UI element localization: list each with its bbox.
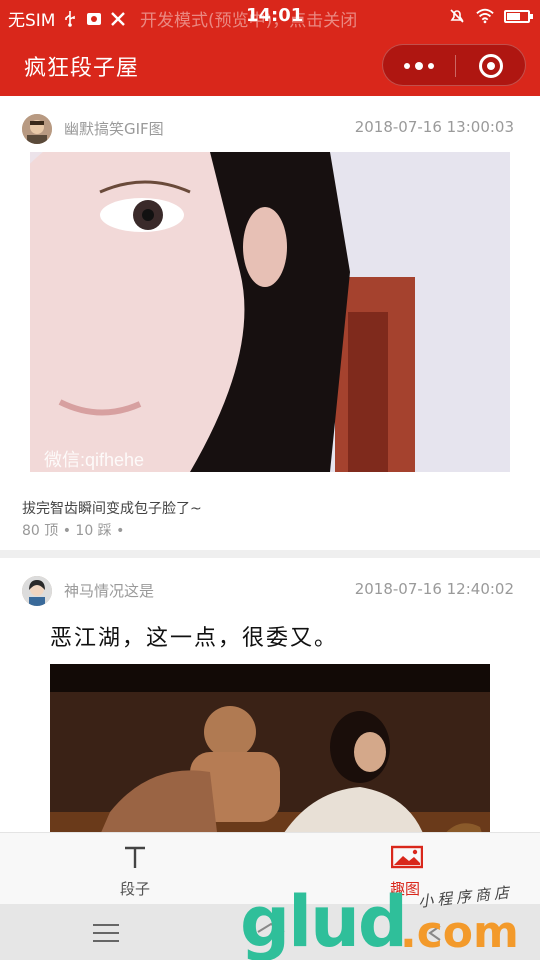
wifi-icon: [476, 7, 494, 25]
tab-label: 段子: [119, 880, 150, 898]
status-bar: 无SIM 开发模式(预览中)，点击关闭 14:01: [0, 0, 540, 34]
menu-icon[interactable]: [93, 924, 119, 942]
nav-bar: 疯狂段子屋: [0, 34, 540, 96]
post-card[interactable]: 幽默搞笑GIF图 2018-07-16 13:00:03 微信:qifhehe …: [0, 96, 540, 550]
tab-jokes[interactable]: 段子: [0, 833, 270, 905]
post-author[interactable]: 幽默搞笑GIF图: [64, 118, 164, 139]
post-image[interactable]: 微信:qifhehe: [30, 152, 510, 472]
mini-program-capsule: [382, 44, 526, 86]
post-image[interactable]: 恶江湖，这一点，很委又。: [30, 612, 510, 832]
post-time: 2018-07-16 12:40:02: [354, 580, 514, 598]
usb-icon: [61, 10, 79, 28]
post-author[interactable]: 神马情况这是: [64, 580, 154, 601]
watermark-suffix: .com: [400, 907, 519, 958]
status-right: [448, 7, 533, 25]
capsule-divider: [455, 55, 456, 77]
text-t-icon: [121, 845, 149, 869]
picture-icon: [390, 845, 424, 869]
post-time: 2018-07-16 13:00:03: [354, 118, 514, 136]
post-card[interactable]: 神马情况这是 2018-07-16 12:40:02 恶江湖，这一点，很委又。: [0, 558, 540, 832]
feed-list[interactable]: 幽默搞笑GIF图 2018-07-16 13:00:03 微信:qifhehe …: [0, 96, 540, 832]
carrier-label: 无SIM: [8, 11, 56, 31]
image-watermark-text: 微信:qifhehe: [44, 450, 144, 470]
status-left: 无SIM: [8, 6, 127, 31]
post-caption: 拔完智齿瞬间变成包子脸了~: [22, 501, 202, 517]
post-stats: 80 顶 • 10 踩 •: [22, 523, 125, 539]
target-circle-icon[interactable]: [479, 54, 503, 78]
tools-icon: [109, 10, 127, 28]
watermark-brand: glud: [240, 881, 408, 960]
clock: 14:01: [246, 5, 304, 26]
site-watermark: glud .com 小程序商店: [240, 881, 540, 960]
more-dots-icon[interactable]: [383, 45, 455, 87]
avatar[interactable]: [22, 114, 52, 144]
avatar[interactable]: [22, 576, 52, 606]
app-notification-icon: [85, 10, 103, 28]
mute-bell-icon: [448, 7, 466, 25]
battery-icon: [504, 9, 533, 23]
page-title: 疯狂段子屋: [24, 56, 140, 81]
